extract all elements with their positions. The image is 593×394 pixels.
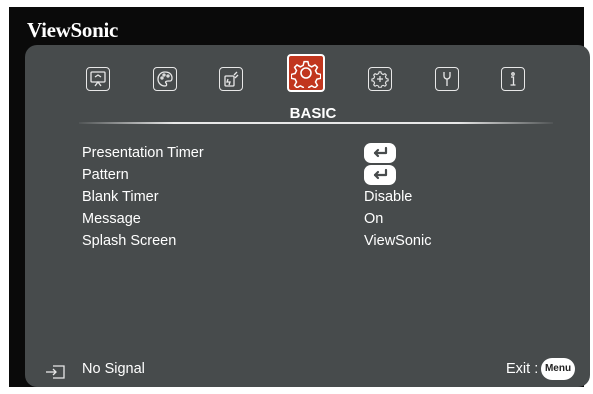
input-source-icon bbox=[46, 365, 65, 379]
menu-item-value: ViewSonic bbox=[364, 233, 432, 249]
tab-system[interactable] bbox=[435, 67, 459, 91]
osd-frame: ViewSonic BASIC Presentation Timer Patte… bbox=[9, 7, 590, 387]
display-icon bbox=[90, 71, 106, 87]
menu-item-pattern[interactable]: Pattern bbox=[82, 165, 562, 187]
menu-item-label: Blank Timer bbox=[82, 189, 159, 205]
brand-logo: ViewSonic bbox=[27, 18, 119, 42]
exit-label: Exit : bbox=[506, 361, 539, 377]
tab-information[interactable] bbox=[501, 67, 525, 91]
menu-item-splash-screen[interactable]: Splash Screen ViewSonic bbox=[82, 231, 562, 253]
menu-item-blank-timer[interactable]: Blank Timer Disable bbox=[82, 187, 562, 209]
osd-panel: BASIC Presentation Timer Pattern Blank T… bbox=[25, 45, 590, 387]
enter-arrow-icon bbox=[373, 168, 388, 180]
info-icon bbox=[510, 72, 516, 86]
enter-button[interactable] bbox=[364, 143, 396, 163]
palette-icon bbox=[157, 71, 173, 87]
enter-button[interactable] bbox=[364, 165, 396, 185]
tab-power-management[interactable] bbox=[219, 67, 243, 91]
active-tab-label: BASIC bbox=[289, 105, 337, 122]
menu-item-label: Message bbox=[82, 211, 141, 227]
enter-arrow-icon bbox=[373, 146, 388, 158]
tab-advanced[interactable] bbox=[368, 67, 392, 91]
power-plug-icon bbox=[224, 71, 239, 87]
tab-bar: BASIC bbox=[25, 45, 590, 125]
tab-image-setting[interactable] bbox=[153, 67, 177, 91]
menu-item-label: Splash Screen bbox=[82, 233, 177, 249]
menu-item-value: On bbox=[364, 211, 384, 227]
menu-item-label: Pattern bbox=[82, 167, 129, 183]
gear-icon bbox=[291, 60, 321, 88]
tab-basic[interactable] bbox=[287, 54, 325, 92]
menu-item-message[interactable]: Message On bbox=[82, 209, 562, 231]
wrench-icon bbox=[443, 72, 451, 86]
menu-item-label: Presentation Timer bbox=[82, 145, 204, 161]
menu-button[interactable]: Menu bbox=[541, 358, 575, 380]
advanced-gear-icon bbox=[371, 71, 389, 88]
menu-item-presentation-timer[interactable]: Presentation Timer bbox=[82, 143, 562, 165]
signal-status: No Signal bbox=[82, 361, 145, 377]
menu-item-value: Disable bbox=[364, 189, 413, 205]
tab-underline bbox=[79, 122, 553, 124]
tab-display[interactable] bbox=[86, 67, 110, 91]
